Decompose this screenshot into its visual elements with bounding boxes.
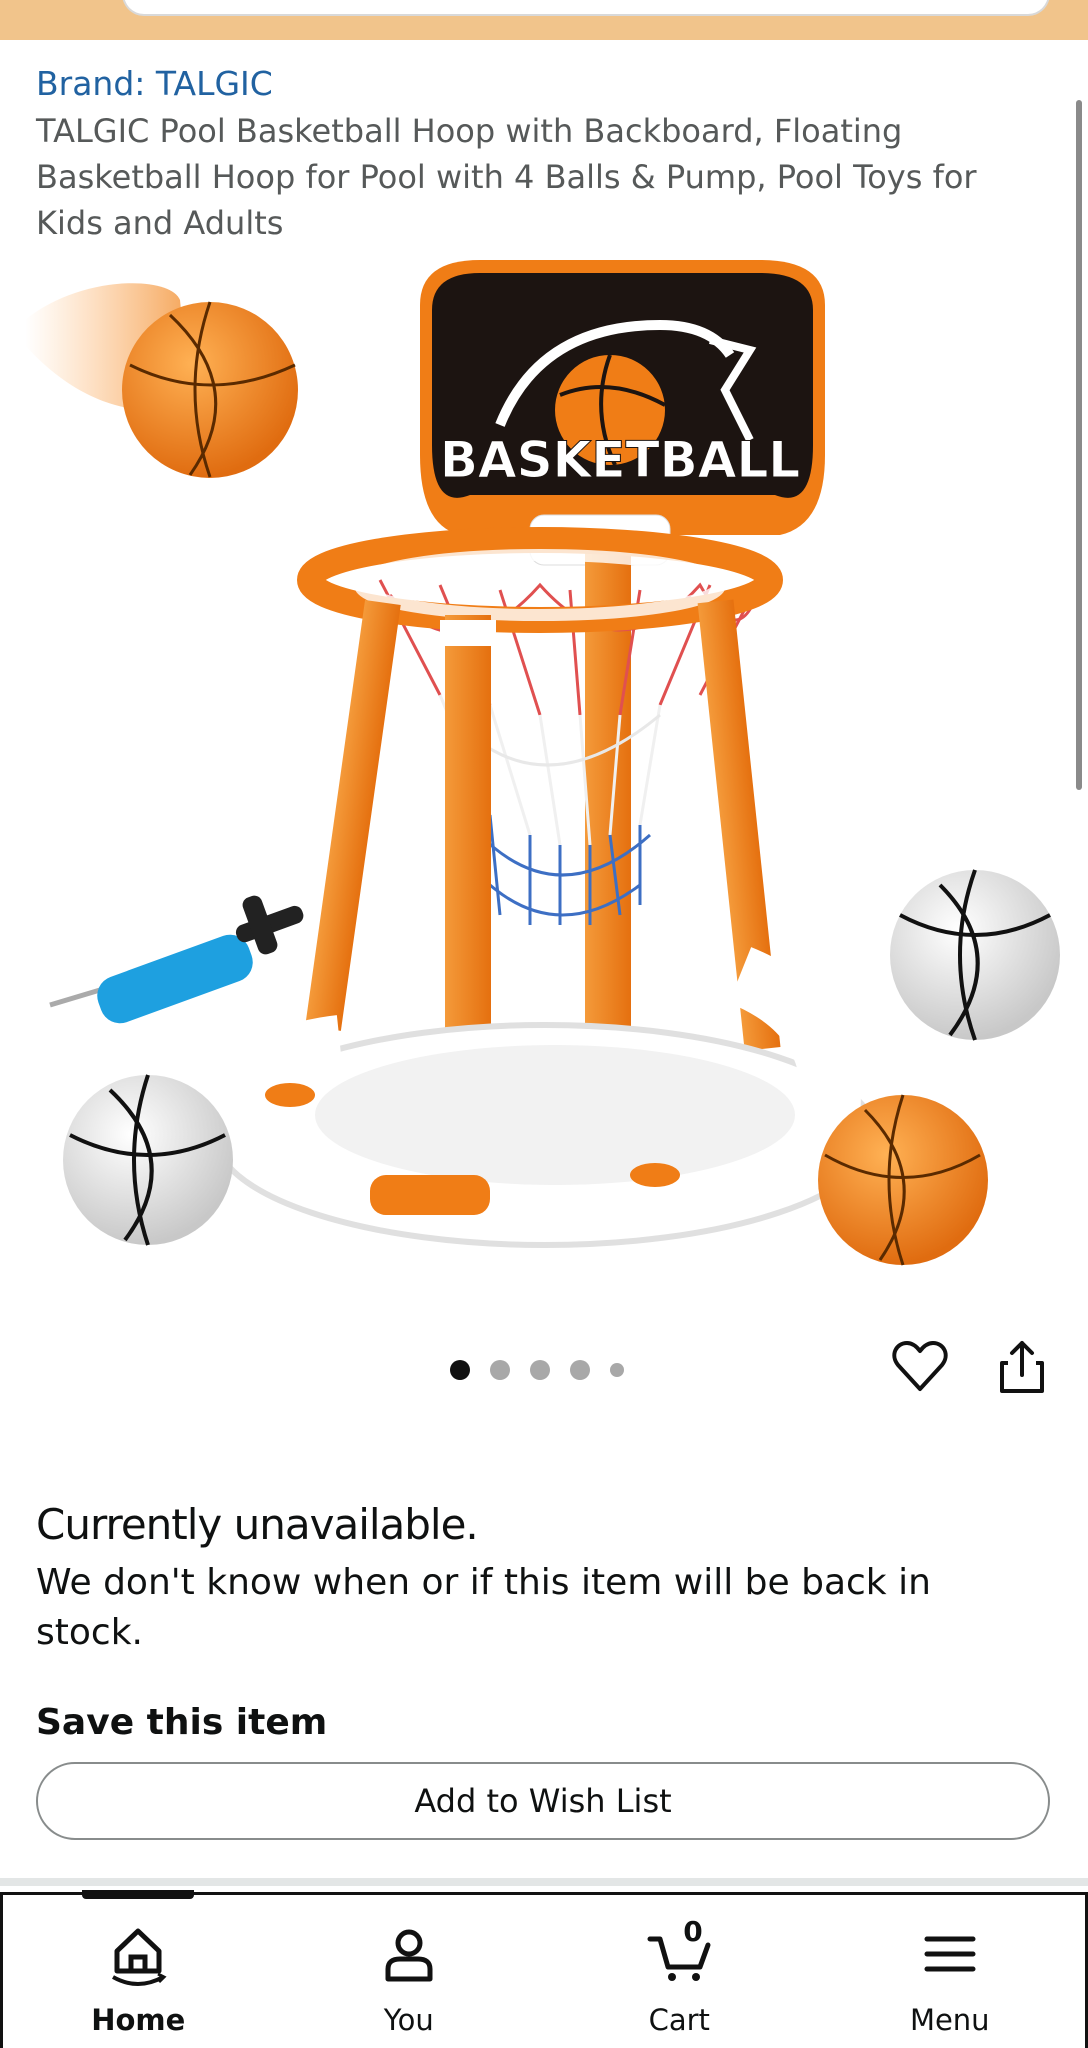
share-icon	[1000, 1341, 1044, 1393]
brand-link[interactable]: Brand: TALGIC	[36, 64, 273, 103]
wishlist-heart-button[interactable]	[890, 1337, 950, 1397]
menu-icon	[924, 1936, 976, 1972]
header-bar	[0, 0, 1088, 40]
home-icon	[112, 1928, 167, 1986]
heart-icon	[892, 1341, 948, 1391]
save-item-label: Save this item	[36, 1702, 328, 1743]
flying-ball	[122, 301, 298, 478]
active-indicator	[82, 1890, 195, 1899]
white-ball-left	[63, 1074, 233, 1246]
user-icon	[385, 1929, 433, 1982]
cart-count: 0	[683, 1915, 703, 1948]
carousel-dots	[450, 1358, 624, 1382]
nav-home[interactable]: Home	[3, 1890, 274, 2048]
carousel-dot-4[interactable]	[570, 1360, 590, 1380]
left-pole	[305, 600, 401, 1031]
bottom-nav: Home You 0 Cart Menu	[0, 1890, 1088, 2048]
carousel-dot-2[interactable]	[490, 1360, 510, 1380]
backboard-text: BASKETBALL	[440, 431, 800, 489]
product-image[interactable]: BASKETBALL	[20, 255, 1070, 1275]
product-title: TALGIC Pool Basketball Hoop with Backboa…	[36, 112, 977, 242]
availability-title: Currently unavailable.	[36, 1500, 479, 1549]
divider	[0, 1878, 1088, 1886]
carousel-dot-5[interactable]	[610, 1363, 624, 1377]
orange-ball	[818, 1094, 988, 1266]
carousel-dot-3[interactable]	[530, 1360, 550, 1380]
carousel-dot-1[interactable]	[450, 1360, 470, 1380]
search-bar[interactable]	[122, 0, 1050, 16]
nav-menu-label: Menu	[909, 2003, 990, 2037]
nav-home-label: Home	[91, 2003, 186, 2037]
cart-icon	[647, 1936, 711, 1981]
white-ball-right	[890, 869, 1060, 1041]
nav-cart-label: Cart	[648, 2003, 710, 2037]
scrollbar[interactable]	[1076, 100, 1082, 790]
backboard: BASKETBALL	[420, 260, 825, 535]
nav-you-label: You	[383, 2003, 434, 2037]
nav-cart[interactable]: 0 Cart	[544, 1895, 815, 2048]
pump	[49, 895, 304, 1024]
nav-menu[interactable]: Menu	[815, 1895, 1086, 2048]
availability-description: We don't know when or if this item will …	[36, 1562, 931, 1653]
share-button[interactable]	[992, 1337, 1052, 1397]
nav-you[interactable]: You	[274, 1895, 545, 2048]
add-to-wish-list-button[interactable]: Add to Wish List	[36, 1762, 1050, 1840]
